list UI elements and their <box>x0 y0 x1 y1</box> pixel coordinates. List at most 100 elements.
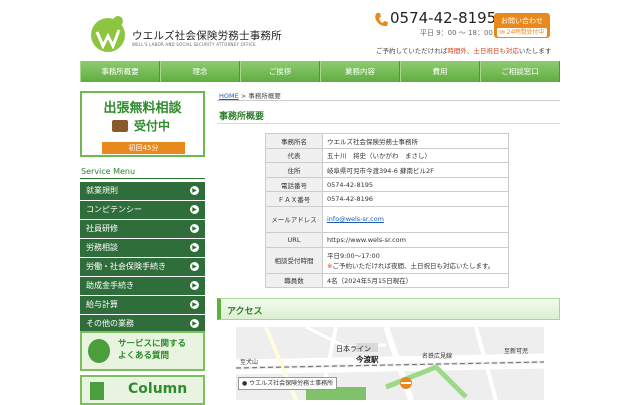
info-value: 五十川 将史（いかがわ まさし） <box>322 147 509 164</box>
access-map[interactable]: 日本ライン 今渡駅 名鉄広見線 至犬山 至新可児 ● ウエルズ社会保険労務士事務… <box>236 327 544 400</box>
nav-item-greeting[interactable]: ご挨拶 <box>240 61 320 82</box>
breadcrumb-current: 事務所概要 <box>248 92 281 100</box>
chevron-right-icon: ▶ <box>190 186 199 195</box>
map-place-label: 至犬山 <box>240 359 259 366</box>
chevron-right-icon: ▶ <box>190 300 199 309</box>
menu-item-label: 社員研修 <box>86 224 118 233</box>
site-logo-en: WELL'S LABOR AND SOCIAL SECURITY ATTORNE… <box>132 42 256 47</box>
chevron-right-icon: ▶ <box>190 243 199 252</box>
briefcase-icon <box>112 120 128 132</box>
menu-item-label: 労務相談 <box>86 243 118 252</box>
hours-line-1: 平日9:00～17:00 <box>327 252 380 261</box>
column-banner[interactable]: Column <box>80 375 205 405</box>
faq-banner-text: サービスに関する よくある質問 <box>118 338 186 362</box>
info-label: 電話番号 <box>265 176 323 193</box>
menu-item-insurance[interactable]: 労働・社会保険手続き ▶ <box>80 258 205 276</box>
chevron-right-icon: ▶ <box>190 262 199 271</box>
hours-note: ご予約いただければ夜間、土日祝日も対応いたします。 <box>332 262 495 271</box>
header-tagline: ご予約していただければ時間外、土日祝日も対応いたします <box>376 45 551 55</box>
info-value: 岐阜県可児市今渡394-6 蘇南ビル2F <box>322 162 509 178</box>
phone-number: 0574-42-8195 <box>390 9 497 27</box>
table-row: 相談受付時間 平日9:00～17:00 ※ご予約いただければ夜間、土日祝日も対応いた… <box>265 246 509 274</box>
contact-button-label: お問い合わせ <box>501 17 543 25</box>
menu-item-label: その他の業務 <box>86 319 134 328</box>
speech-bubble-icon <box>88 339 110 363</box>
service-menu-title: Service Menu <box>81 167 136 176</box>
menu-item-label: 助成金手続き <box>86 281 134 290</box>
chevron-right-icon: ▶ <box>190 319 199 328</box>
menu-item-training[interactable]: 社員研修 ▶ <box>80 220 205 238</box>
info-value: info@wels-sr.com <box>322 205 509 233</box>
faq-banner[interactable]: サービスに関する よくある質問 <box>80 331 205 371</box>
info-value: https://www.wels-sr.com <box>322 231 509 248</box>
table-row: 職員数 4名（2024年5月15日現在） <box>265 272 509 289</box>
info-value: 0574-42-8195 <box>322 176 509 193</box>
banner-note: 初回45分 <box>102 142 185 154</box>
menu-item-payroll[interactable]: 給与計算 ▶ <box>80 296 205 314</box>
menu-item-label: 就業規則 <box>86 186 118 195</box>
info-label: 代表 <box>265 147 323 164</box>
nav-item-office[interactable]: 事務所概要 <box>80 61 160 82</box>
info-value: 4名（2024年5月15日現在） <box>322 272 509 289</box>
phone-icon <box>375 13 388 27</box>
access-heading: アクセス <box>227 307 263 317</box>
tagline-pre: ご予約していただければ <box>376 47 448 55</box>
info-label: メールアドレス <box>265 205 323 233</box>
map-office-label: ウエルズ社会保険労務士事務所 <box>249 380 334 387</box>
hours-line-2: ※ご予約いただければ夜間、土日祝日も対応いたします。 <box>327 260 504 270</box>
menu-item-labor-consult[interactable]: 労務相談 ▶ <box>80 239 205 257</box>
info-value: 平日9:00～17:00 ※ご予約いただければ夜間、土日祝日も対応いたします。 <box>322 246 509 274</box>
contact-button-sub-text: 24時間受付中 <box>506 29 545 36</box>
menu-item-work-rules[interactable]: 就業規則 ▶ <box>80 182 205 200</box>
tagline-highlight: 時間外、土日祝日も対応 <box>447 47 519 55</box>
contact-button[interactable]: お問い合わせ ✉ 24時間受付中 <box>494 13 550 38</box>
table-row: 電話番号 0574-42-8195 <box>265 176 509 193</box>
business-hours: 平日 9：00 ～ 18：00 <box>420 29 493 37</box>
chevron-right-icon: ▶ <box>190 224 199 233</box>
table-row: 事務所名 ウエルズ社会保険労務士事務所 <box>265 133 509 149</box>
banner-title: 出張無料相談 <box>103 101 182 116</box>
info-value: 0574-42-8196 <box>322 191 509 207</box>
map-office-callout: ● ウエルズ社会保険労務士事務所 <box>238 377 338 390</box>
menu-item-subsidy[interactable]: 助成金手続き ▶ <box>80 277 205 295</box>
menu-item-competency[interactable]: コンピテンシー ▶ <box>80 201 205 219</box>
info-label: 職員数 <box>265 272 323 289</box>
menu-item-label: コンピテンシー <box>86 205 142 214</box>
tagline-post: いたします <box>518 47 552 55</box>
service-menu: 就業規則 ▶ コンピテンシー ▶ 社員研修 ▶ 労務相談 ▶ 労働・社会保険手続き ▶ 助… <box>80 182 205 334</box>
info-label: ＦＡＸ番号 <box>265 191 323 207</box>
table-row: ＦＡＸ番号 0574-42-8196 <box>265 191 509 207</box>
faq-line-1: サービスに関する <box>118 339 187 349</box>
table-row: URL https://www.wels-sr.com <box>265 231 509 248</box>
map-line-label: 日本ライン <box>336 345 371 353</box>
menu-item-label: 給与計算 <box>86 300 118 309</box>
map-place-label: 至新可児 <box>504 348 529 355</box>
nav-item-fees[interactable]: 費用 <box>400 61 480 82</box>
column-banner-label: Column <box>128 381 188 397</box>
office-info-table: 事務所名 ウエルズ社会保険労務士事務所 代表 五十川 将史（いかがわ まさし） 住所… <box>265 133 509 289</box>
service-menu-divider <box>80 178 205 179</box>
info-label: 事務所名 <box>265 133 323 149</box>
breadcrumb-separator: > <box>240 92 247 100</box>
page-title-divider <box>217 123 560 124</box>
free-consultation-banner[interactable]: 出張無料相談 受付中 初回45分 <box>80 91 205 157</box>
nav-item-consultation[interactable]: ご相談窓口 <box>480 61 560 82</box>
nav-item-philosophy[interactable]: 理念 <box>160 61 240 82</box>
menu-item-label: 労働・社会保険手続き <box>86 262 166 271</box>
breadcrumb: HOME > 事務所概要 <box>219 90 281 100</box>
map-place-label: 名鉄広見線 <box>422 353 453 360</box>
document-icon <box>90 382 104 400</box>
chevron-right-icon: ▶ <box>190 281 199 290</box>
contact-button-sub: ✉ 24時間受付中 <box>497 28 547 37</box>
info-label: 住所 <box>265 162 323 178</box>
map-station-label: 今渡駅 <box>356 355 379 364</box>
site-logo-name[interactable]: ウエルズ社会保険労務士事務所 <box>132 28 282 43</box>
faq-line-2: よくある質問 <box>118 351 170 361</box>
info-label: 相談受付時間 <box>265 246 323 274</box>
breadcrumb-home-link[interactable]: HOME <box>219 92 239 100</box>
email-link[interactable]: info@wels-sr.com <box>327 215 384 223</box>
nav-item-services[interactable]: 業務内容 <box>320 61 400 82</box>
info-value: ウエルズ社会保険労務士事務所 <box>322 133 509 149</box>
access-heading-box: アクセス <box>217 298 560 320</box>
banner-subtitle: 受付中 <box>134 119 171 133</box>
